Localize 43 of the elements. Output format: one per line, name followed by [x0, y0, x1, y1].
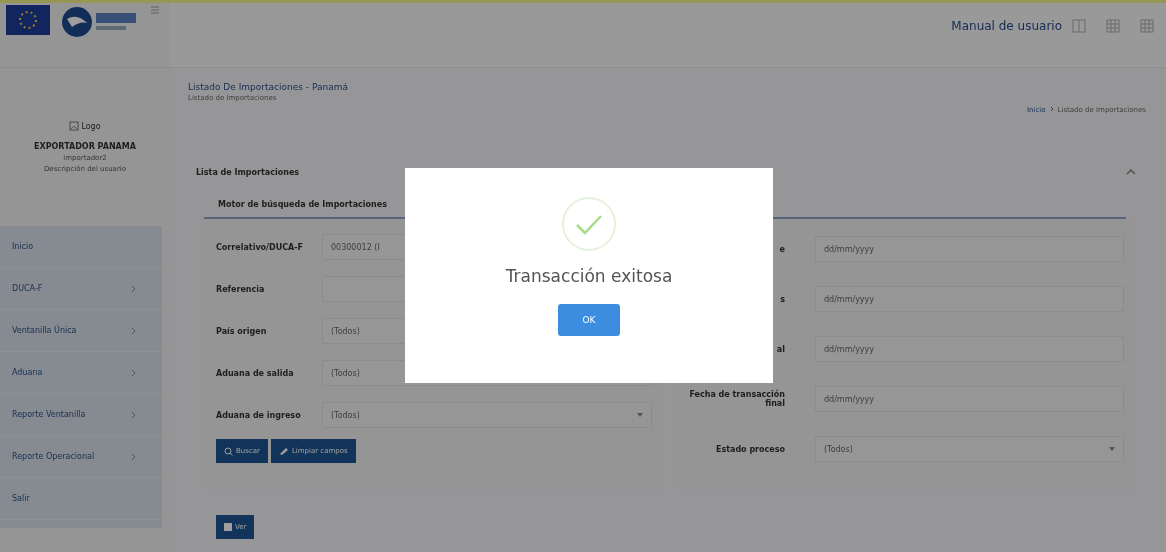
flag-icon [6, 5, 50, 35]
chevron-icon [1049, 106, 1054, 112]
logo-alt-text: Logo [81, 121, 101, 131]
sidebar-item[interactable]: Aduana [0, 352, 162, 394]
field-label: Estado proceso [714, 444, 785, 454]
broken-image-icon [69, 121, 80, 131]
page-title: Listado De Importaciones - Panamá [188, 82, 348, 92]
field-label: Fecha de transacción final [688, 390, 785, 408]
sidebar-item[interactable]: Reporte Ventanilla [0, 394, 162, 436]
checkmark-icon [561, 196, 617, 252]
caret-icon [1109, 447, 1115, 451]
eraser-icon [278, 447, 289, 455]
select-field[interactable]: (Todos) [815, 436, 1124, 462]
sidebar-item[interactable]: Salir [0, 478, 162, 520]
search-icon [224, 446, 233, 456]
field-label: Referencia [216, 284, 266, 294]
sidebar-item[interactable]: Ventanilla Única [0, 310, 162, 352]
field-label: e [778, 244, 785, 254]
sidebar-item[interactable]: Reporte Operacional [0, 436, 162, 478]
collapse-icon[interactable] [1126, 169, 1136, 175]
date-field[interactable]: dd/mm/yyyy [815, 236, 1124, 262]
document-icon [224, 523, 232, 531]
menu-icon[interactable] [150, 5, 160, 15]
date-field[interactable]: dd/mm/yyyy [815, 386, 1124, 412]
field-label: s [779, 294, 785, 304]
sidebar-item[interactable]: DUCA-F [0, 268, 162, 310]
user-name: EXPORTADOR PANAMA [34, 142, 136, 151]
dialog-title: Transacción exitosa [505, 266, 673, 286]
field-label: Aduana de ingreso [216, 410, 302, 420]
field-label: Correlativo/DUCA-F [216, 242, 304, 252]
field-label: al [775, 344, 785, 354]
sidebar-item[interactable]: Inicio [0, 226, 162, 268]
grid-icon[interactable] [1140, 19, 1154, 33]
date-field[interactable]: dd/mm/yyyy [815, 286, 1124, 312]
caret-icon [637, 413, 643, 417]
select-field[interactable]: (Todos) [322, 402, 652, 428]
field-label: Aduana de salida [216, 368, 295, 378]
user-manual-link[interactable]: Manual de usuario [951, 19, 1062, 33]
card-title: Lista de Importaciones [196, 167, 300, 177]
ok-button[interactable]: OK [558, 304, 620, 336]
field-label: País origen [216, 326, 268, 336]
date-field[interactable]: dd/mm/yyyy [815, 336, 1124, 362]
grid-icon[interactable] [1106, 19, 1120, 33]
